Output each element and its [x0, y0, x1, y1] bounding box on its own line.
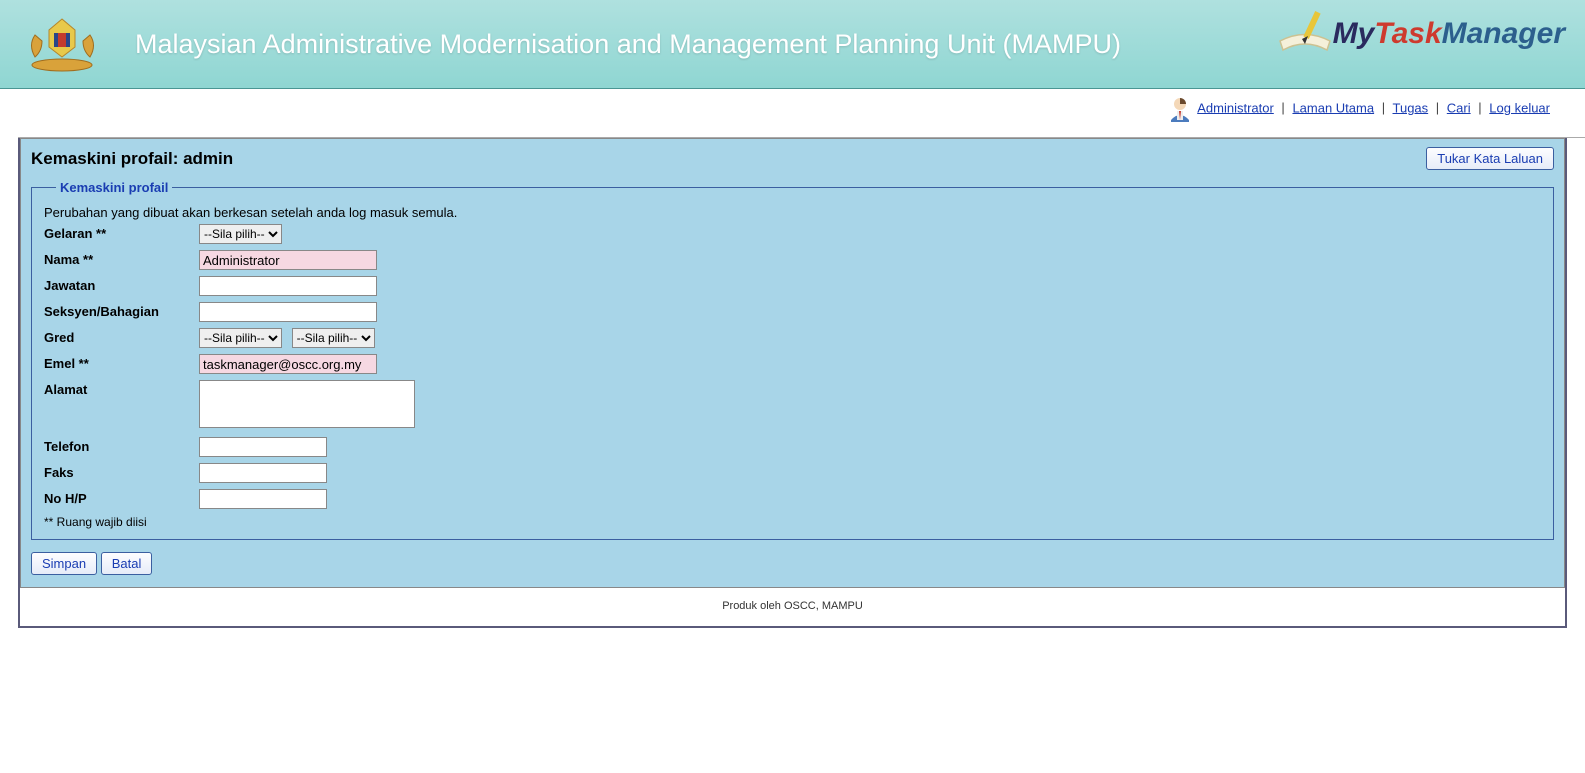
cancel-button[interactable]: Batal [101, 552, 153, 575]
nav-search-link[interactable]: Cari [1447, 100, 1471, 115]
telefon-input[interactable] [199, 437, 327, 457]
footer-text: Produk oleh OSCC, MAMPU [20, 588, 1565, 626]
nav-home-link[interactable]: Laman Utama [1292, 100, 1374, 115]
nav-user-link[interactable]: Administrator [1197, 100, 1274, 115]
header-banner: Malaysian Administrative Modernisation a… [0, 0, 1585, 89]
faks-label: Faks [44, 463, 199, 480]
app-logo: MyTaskManager [1275, 6, 1565, 61]
header-title: Malaysian Administrative Modernisation a… [135, 28, 1121, 60]
profile-fieldset: Kemaskini profail Perubahan yang dibuat … [31, 180, 1554, 540]
nohp-label: No H/P [44, 489, 199, 506]
nama-input[interactable] [199, 250, 377, 270]
alamat-textarea[interactable] [199, 380, 415, 428]
nama-label: Nama ** [44, 250, 199, 267]
alamat-label: Alamat [44, 380, 199, 397]
save-button[interactable]: Simpan [31, 552, 97, 575]
jawatan-input[interactable] [199, 276, 377, 296]
crest-icon [20, 15, 105, 73]
change-password-button[interactable]: Tukar Kata Laluan [1426, 147, 1554, 170]
content-area: Kemaskini profail: admin Tukar Kata Lalu… [20, 138, 1565, 588]
gred-select-1[interactable]: --Sila pilih-- [199, 328, 282, 348]
seksyen-input[interactable] [199, 302, 377, 322]
faks-input[interactable] [199, 463, 327, 483]
gelaran-label: Gelaran ** [44, 224, 199, 241]
jawatan-label: Jawatan [44, 276, 199, 293]
emel-input[interactable] [199, 354, 377, 374]
gelaran-select[interactable]: --Sila pilih-- [199, 224, 282, 244]
gred-select-2[interactable]: --Sila pilih-- [292, 328, 375, 348]
telefon-label: Telefon [44, 437, 199, 454]
emel-label: Emel ** [44, 354, 199, 371]
user-avatar-icon [1166, 96, 1194, 122]
info-text: Perubahan yang dibuat akan berkesan sete… [44, 205, 1541, 220]
required-footnote: ** Ruang wajib diisi [44, 515, 1541, 529]
nav-logout-link[interactable]: Log keluar [1489, 100, 1550, 115]
fieldset-legend: Kemaskini profail [56, 180, 172, 195]
page-title: Kemaskini profail: admin [31, 149, 233, 169]
top-nav: Administrator | Laman Utama | Tugas | Ca… [18, 89, 1585, 138]
seksyen-label: Seksyen/Bahagian [44, 302, 199, 319]
nav-tasks-link[interactable]: Tugas [1393, 100, 1429, 115]
nohp-input[interactable] [199, 489, 327, 509]
gred-label: Gred [44, 328, 199, 345]
